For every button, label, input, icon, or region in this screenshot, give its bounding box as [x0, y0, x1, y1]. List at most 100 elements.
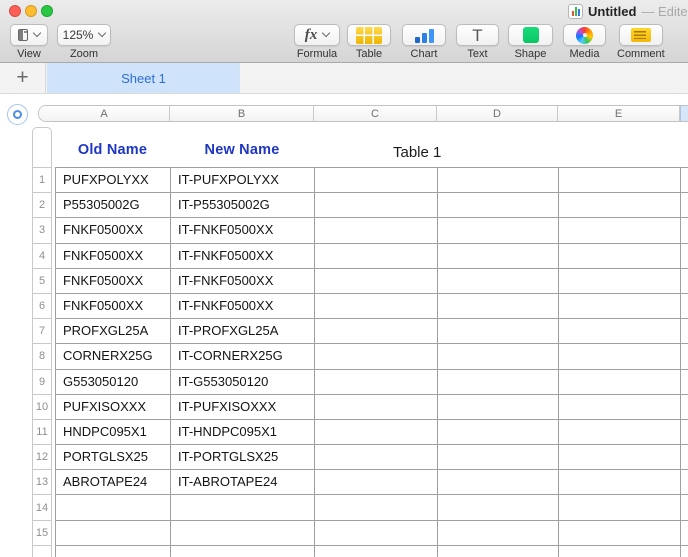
row-header-1[interactable]: 1 — [33, 168, 51, 193]
cell-A7[interactable]: PROFXGL25A — [56, 319, 171, 344]
row-header-corner[interactable] — [33, 128, 51, 168]
insert-chart-button[interactable]: Chart — [402, 24, 446, 60]
cell-D5[interactable] — [438, 269, 559, 294]
cell-E12[interactable] — [559, 445, 681, 470]
row-header-12[interactable]: 12 — [33, 445, 51, 470]
cell-B2[interactable]: IT-P55305002G — [171, 193, 315, 218]
cell-D9[interactable] — [438, 370, 559, 395]
cell-E16[interactable] — [559, 546, 681, 557]
cell-F4[interactable] — [681, 244, 688, 269]
row-header-15[interactable]: 15 — [33, 521, 51, 546]
row-header-10[interactable]: 10 — [33, 395, 51, 420]
column-header-c[interactable]: C — [314, 106, 437, 121]
cell-B11[interactable]: IT-HNDPC095X1 — [171, 420, 315, 445]
cell-C9[interactable] — [315, 370, 438, 395]
cell-C1[interactable] — [315, 168, 438, 193]
cell-D8[interactable] — [438, 344, 559, 369]
cell-C7[interactable] — [315, 319, 438, 344]
table-select-handle-icon[interactable] — [7, 104, 28, 125]
cell-D16[interactable] — [438, 546, 559, 557]
cell-B8[interactable]: IT-CORNERX25G — [171, 344, 315, 369]
cell-D15[interactable] — [438, 521, 559, 546]
cell-A11[interactable]: HNDPC095X1 — [56, 420, 171, 445]
cell-F8[interactable] — [681, 344, 688, 369]
cell-F9[interactable] — [681, 370, 688, 395]
column-header-d[interactable]: D — [437, 106, 558, 121]
cell-A16[interactable] — [56, 546, 171, 557]
cell-A6[interactable]: FNKF0500XX — [56, 294, 171, 319]
cell-B14[interactable] — [171, 495, 315, 520]
cell-E7[interactable] — [559, 319, 681, 344]
row-header-5[interactable]: 5 — [33, 269, 51, 294]
cell-A9[interactable]: G553050120 — [56, 370, 171, 395]
header-cell-old-name[interactable]: Old Name — [55, 142, 170, 158]
cell-B9[interactable]: IT-G553050120 — [171, 370, 315, 395]
cell-A4[interactable]: FNKF0500XX — [56, 244, 171, 269]
cell-E3[interactable] — [559, 218, 681, 243]
cell-A10[interactable]: PUFXISOXXX — [56, 395, 171, 420]
cell-E1[interactable] — [559, 168, 681, 193]
row-header-8[interactable]: 8 — [33, 344, 51, 369]
comment-button[interactable]: Comment — [617, 24, 665, 60]
cell-C12[interactable] — [315, 445, 438, 470]
cell-E8[interactable] — [559, 344, 681, 369]
cell-B4[interactable]: IT-FNKF0500XX — [171, 244, 315, 269]
cell-F10[interactable] — [681, 395, 688, 420]
row-header-7[interactable]: 7 — [33, 319, 51, 344]
cell-E6[interactable] — [559, 294, 681, 319]
cell-A1[interactable]: PUFXPOLYXX — [56, 168, 171, 193]
cell-A13[interactable]: ABROTAPE24 — [56, 470, 171, 495]
cell-E5[interactable] — [559, 269, 681, 294]
column-header-b[interactable]: B — [170, 106, 314, 121]
cell-A5[interactable]: FNKF0500XX — [56, 269, 171, 294]
minimize-traffic-light-button[interactable] — [25, 5, 37, 17]
cell-D12[interactable] — [438, 445, 559, 470]
row-header-2[interactable]: 2 — [33, 193, 51, 218]
cell-B3[interactable]: IT-FNKF0500XX — [171, 218, 315, 243]
cell-F13[interactable] — [681, 470, 688, 495]
cell-A3[interactable]: FNKF0500XX — [56, 218, 171, 243]
cell-D14[interactable] — [438, 495, 559, 520]
cell-C15[interactable] — [315, 521, 438, 546]
formula-button[interactable]: fx Formula — [294, 24, 340, 60]
column-header-e[interactable]: E — [558, 106, 680, 121]
row-header-14[interactable]: 14 — [33, 495, 51, 520]
insert-media-button[interactable]: Media — [563, 24, 606, 60]
cell-C8[interactable] — [315, 344, 438, 369]
row-header-9[interactable]: 9 — [33, 370, 51, 395]
cell-B7[interactable]: IT-PROFXGL25A — [171, 319, 315, 344]
cell-C2[interactable] — [315, 193, 438, 218]
cell-C5[interactable] — [315, 269, 438, 294]
cell-F11[interactable] — [681, 420, 688, 445]
cell-E2[interactable] — [559, 193, 681, 218]
cell-B15[interactable] — [171, 521, 315, 546]
column-header-next-partial[interactable] — [680, 106, 688, 121]
cell-F14[interactable] — [681, 495, 688, 520]
cell-F1[interactable] — [681, 168, 688, 193]
cell-C11[interactable] — [315, 420, 438, 445]
cell-A12[interactable]: PORTGLSX25 — [56, 445, 171, 470]
row-header-13[interactable]: 13 — [33, 470, 51, 495]
row-header-6[interactable]: 6 — [33, 294, 51, 319]
cell-D3[interactable] — [438, 218, 559, 243]
zoom-button[interactable]: 125% Zoom — [57, 24, 111, 60]
cell-A2[interactable]: P55305002G — [56, 193, 171, 218]
cell-D4[interactable] — [438, 244, 559, 269]
row-header-4[interactable]: 4 — [33, 244, 51, 269]
column-header-a[interactable]: A — [39, 106, 170, 121]
cell-D11[interactable] — [438, 420, 559, 445]
cell-B5[interactable]: IT-FNKF0500XX — [171, 269, 315, 294]
cell-E11[interactable] — [559, 420, 681, 445]
cell-B13[interactable]: IT-ABROTAPE24 — [171, 470, 315, 495]
cell-F2[interactable] — [681, 193, 688, 218]
cell-D6[interactable] — [438, 294, 559, 319]
cell-D1[interactable] — [438, 168, 559, 193]
cell-B1[interactable]: IT-PUFXPOLYXX — [171, 168, 315, 193]
cell-C14[interactable] — [315, 495, 438, 520]
insert-shape-button[interactable]: Shape — [508, 24, 553, 60]
cell-B10[interactable]: IT-PUFXISOXXX — [171, 395, 315, 420]
table-title[interactable]: Table 1 — [393, 144, 441, 161]
cell-C3[interactable] — [315, 218, 438, 243]
row-header-11[interactable]: 11 — [33, 420, 51, 445]
insert-text-button[interactable]: T Text — [456, 24, 499, 60]
